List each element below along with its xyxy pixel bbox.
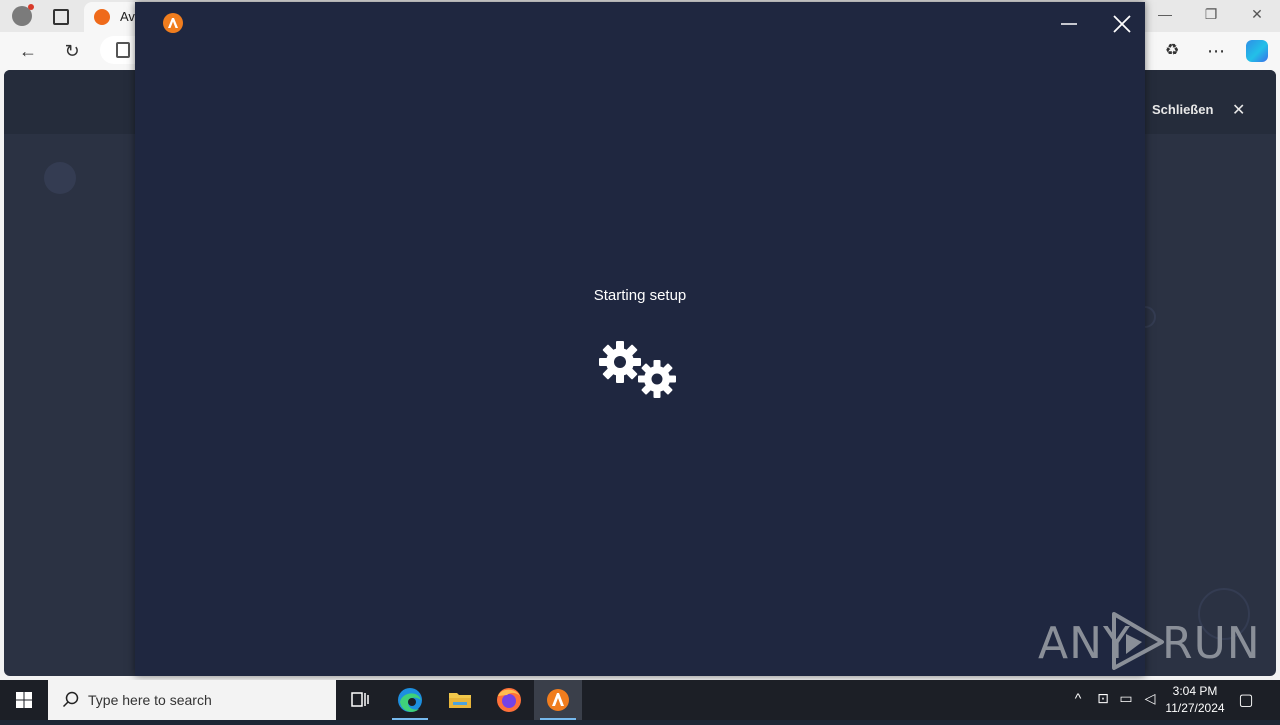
avast-taskbar-icon <box>547 689 569 711</box>
close-link[interactable]: Schließen <box>1152 102 1213 117</box>
copilot-icon[interactable] <box>1246 40 1268 62</box>
windows-logo-icon <box>16 692 32 708</box>
windows-start-button[interactable] <box>0 680 48 720</box>
browser-minimize-icon[interactable]: — <box>1150 6 1180 22</box>
more-options-icon[interactable]: ⋯ <box>1204 40 1228 62</box>
taskbar: Type here to search ^ ⊡ ▭ ◁ 3:04 PM 11/2… <box>0 680 1280 720</box>
taskbar-clock[interactable]: 3:04 PM 11/27/2024 <box>1160 683 1230 717</box>
refresh-icon[interactable]: ↻ <box>60 40 84 62</box>
avast-favicon-icon <box>94 9 110 25</box>
taskbar-firefox[interactable] <box>485 680 533 720</box>
play-icon <box>1112 612 1164 670</box>
taskbar-search-box[interactable]: Type here to search <box>48 680 336 720</box>
tray-network-icon[interactable]: ▭ <box>1116 690 1136 707</box>
watermark-right-text: RUN <box>1162 618 1261 669</box>
installer-window: Starting setup <box>135 2 1145 676</box>
task-view-icon <box>351 692 369 707</box>
taskbar-file-explorer[interactable] <box>436 680 484 720</box>
notification-center-icon[interactable]: ▢ <box>1236 690 1256 710</box>
tray-device-icon[interactable]: ⊡ <box>1093 690 1113 707</box>
taskbar-avast-installer[interactable] <box>534 680 582 720</box>
clock-time: 3:04 PM <box>1172 684 1218 698</box>
clock-date: 11/27/2024 <box>1165 701 1225 715</box>
avast-logo-icon <box>163 13 183 33</box>
edge-icon <box>398 688 422 712</box>
installer-close-icon[interactable] <box>1109 11 1135 37</box>
browser-restore-icon[interactable]: ❐ <box>1196 6 1226 23</box>
setup-status-text: Starting setup <box>593 287 687 304</box>
tab-actions-icon[interactable] <box>53 9 69 25</box>
lock-icon <box>116 42 130 58</box>
taskbar-edge[interactable] <box>386 680 434 720</box>
task-view-button[interactable] <box>336 680 384 720</box>
installer-minimize-icon[interactable] <box>1057 12 1081 36</box>
gears-icon <box>595 337 685 407</box>
tray-volume-icon[interactable]: ◁ <box>1140 690 1160 707</box>
tray-chevron-up-icon[interactable]: ^ <box>1068 690 1088 706</box>
close-icon[interactable]: ✕ <box>1232 100 1245 120</box>
firefox-icon <box>497 688 521 712</box>
back-icon[interactable]: ← <box>16 40 40 62</box>
folder-icon <box>449 693 471 708</box>
search-placeholder: Type here to search <box>88 692 212 708</box>
anyrun-watermark: ANY RUN <box>1038 610 1260 670</box>
page-logo-icon <box>44 162 76 194</box>
notification-dot <box>28 4 34 10</box>
search-icon <box>62 691 79 708</box>
extension-icon[interactable]: ♻ <box>1160 40 1184 62</box>
browser-close-icon[interactable]: ✕ <box>1242 6 1272 23</box>
